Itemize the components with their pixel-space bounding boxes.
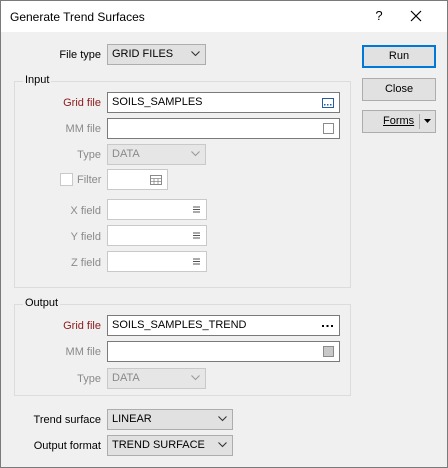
trend-surface-select[interactable]: LINEAR	[107, 409, 233, 430]
output-group-title: Output	[23, 297, 61, 309]
trend-surface-value: LINEAR	[112, 413, 152, 425]
output-grid-file-value: SOILS_SAMPLES_TREND	[112, 319, 247, 331]
output-type-value: DATA	[112, 372, 140, 384]
y-field-input[interactable]	[107, 225, 207, 246]
output-grid-file-label: Grid file	[63, 320, 101, 332]
ellipsis-icon[interactable]	[322, 325, 333, 328]
output-mm-file-field[interactable]	[107, 341, 340, 362]
output-format-label: Output format	[33, 440, 101, 452]
input-mm-file-label: MM file	[65, 123, 101, 135]
close-icon[interactable]	[405, 6, 427, 26]
trend-surface-label: Trend surface	[33, 414, 101, 426]
output-format-select[interactable]: TREND SURFACE	[107, 435, 233, 456]
output-type-label: Type	[77, 373, 101, 385]
file-type-value: GRID FILES	[112, 48, 174, 60]
filter-grid-icon[interactable]	[150, 175, 162, 185]
input-type-select[interactable]: DATA	[107, 144, 206, 165]
file-type-select[interactable]: GRID FILES	[107, 44, 206, 65]
output-mm-file-label: MM file	[65, 346, 101, 358]
input-group-title: Input	[23, 74, 52, 86]
input-type-label: Type	[77, 149, 101, 161]
forms-dropdown-icon[interactable]	[424, 119, 431, 124]
input-type-value: DATA	[112, 148, 140, 160]
forms-button[interactable]: Forms	[362, 110, 436, 133]
forms-divider	[419, 114, 420, 129]
window-title: Generate Trend Surfaces	[10, 10, 145, 24]
input-mm-file-field[interactable]	[107, 118, 340, 139]
input-grid-file-value: SOILS_SAMPLES	[112, 96, 203, 108]
field-list-icon[interactable]	[193, 258, 200, 266]
mm-file-browse-icon[interactable]	[323, 346, 334, 357]
z-field-input[interactable]	[107, 251, 207, 272]
title-bar: Generate Trend Surfaces ?	[1, 1, 447, 32]
chevron-down-icon	[218, 416, 227, 422]
dialog-window: Generate Trend Surfaces ? File type GRID…	[0, 0, 448, 468]
x-field-label: X field	[70, 205, 101, 217]
output-format-value: TREND SURFACE	[112, 439, 205, 451]
input-grid-file-field[interactable]: SOILS_SAMPLES	[107, 92, 340, 113]
forms-label: Forms	[383, 115, 415, 127]
chevron-down-icon	[191, 51, 200, 57]
field-list-icon[interactable]	[193, 206, 200, 214]
run-button[interactable]: Run	[362, 45, 436, 68]
filter-field[interactable]	[107, 169, 168, 190]
chevron-down-icon	[218, 442, 227, 448]
x-field-input[interactable]	[107, 199, 207, 220]
close-button[interactable]: Close	[362, 78, 436, 101]
chevron-down-icon	[191, 151, 200, 157]
mm-file-browse-icon[interactable]	[323, 123, 334, 134]
browse-icon[interactable]	[322, 98, 334, 108]
z-field-label: Z field	[71, 257, 101, 269]
chevron-down-icon	[191, 375, 200, 381]
filter-checkbox[interactable]	[60, 173, 73, 186]
field-list-icon[interactable]	[193, 232, 200, 240]
output-type-select[interactable]: DATA	[107, 368, 206, 389]
output-grid-file-field[interactable]: SOILS_SAMPLES_TREND	[107, 315, 340, 336]
file-type-label: File type	[59, 49, 101, 61]
y-field-label: Y field	[70, 231, 101, 243]
input-grid-file-label: Grid file	[63, 97, 101, 109]
help-icon[interactable]: ?	[369, 6, 389, 26]
filter-label: Filter	[77, 174, 102, 186]
